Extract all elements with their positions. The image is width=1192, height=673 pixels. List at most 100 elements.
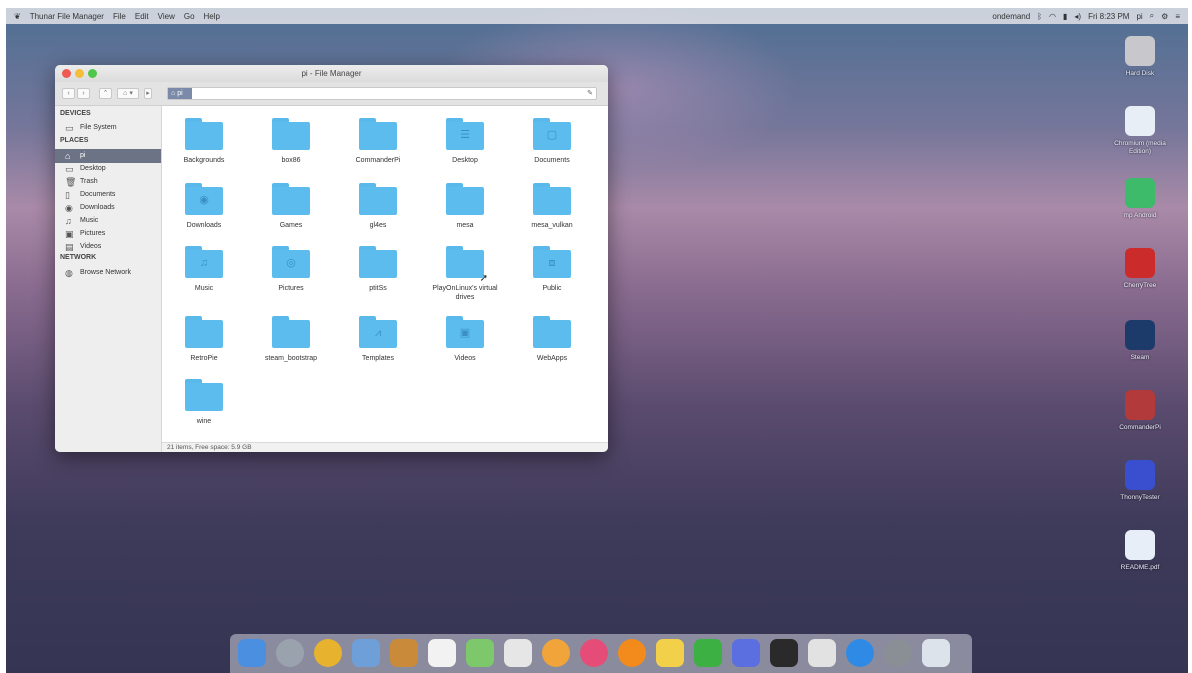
wifi-icon[interactable]: ◠	[1049, 12, 1056, 21]
sidebar-item-file-system[interactable]: ▭ File System	[55, 121, 161, 135]
folder-retropie[interactable]: RetroPie	[168, 316, 240, 363]
sidebar-item-videos[interactable]: ▤ Videos	[55, 240, 161, 254]
dock-trash-icon[interactable]	[922, 639, 950, 667]
folder-box86[interactable]: box86	[255, 118, 327, 165]
back-button[interactable]: ‹	[62, 88, 75, 99]
desktop-item-1[interactable]: Chromium (media Edition)	[1110, 106, 1170, 156]
app-name-menu[interactable]: Thunar File Manager	[30, 12, 104, 21]
folder-name: gl4es	[369, 222, 387, 229]
dock-preview-icon[interactable]	[352, 639, 380, 667]
desktop-item-7[interactable]: README.pdf	[1110, 530, 1170, 572]
dock-textedit-icon[interactable]	[504, 639, 532, 667]
desktop-item-6[interactable]: ThonnyTester	[1110, 460, 1170, 502]
sidebar-item-browse-network[interactable]: ◍ Browse Network	[55, 266, 161, 280]
home-button[interactable]: ⌂ ▾	[117, 88, 139, 99]
search-icon[interactable]: ⌕	[1150, 11, 1154, 21]
folder-icon	[181, 118, 227, 154]
folder-desktop[interactable]: ☰ Desktop	[429, 118, 501, 165]
sidebar-item-documents[interactable]: ▯ Documents	[55, 188, 161, 202]
title-bar[interactable]: pi - File Manager	[55, 65, 608, 82]
battery-icon[interactable]: ▮	[1063, 12, 1067, 21]
close-button[interactable]	[62, 69, 71, 78]
notification-icon[interactable]: ≡	[1175, 12, 1180, 21]
folder-documents[interactable]: ▢ Documents	[516, 118, 588, 165]
symlink-arrow-icon: ➚	[479, 273, 488, 284]
user-menu[interactable]: pi	[1136, 12, 1142, 21]
path-toggle-button[interactable]: ▸	[144, 88, 152, 99]
folder-music[interactable]: ♫ Music	[168, 246, 240, 293]
dock-appstore-icon[interactable]	[846, 639, 874, 667]
folder-icon: ▣	[442, 316, 488, 352]
menu-file[interactable]: File	[113, 12, 126, 21]
folder-public[interactable]: ⧈ Public	[516, 246, 588, 293]
folder-downloads[interactable]: ◉ Downloads	[168, 183, 240, 230]
forward-button[interactable]: ›	[77, 88, 90, 99]
bluetooth-icon[interactable]: ᛒ	[1037, 12, 1042, 21]
folder-name: Backgrounds	[183, 157, 225, 164]
sidebar-item-music[interactable]: ♫ Music	[55, 214, 161, 228]
folder-webapps[interactable]: WebApps	[516, 316, 588, 363]
cpu-governor-status[interactable]: ondemand	[992, 12, 1030, 21]
dock-keynote-icon[interactable]	[732, 639, 760, 667]
folder-steam-bootstrap[interactable]: steam_bootstrap	[255, 316, 327, 363]
maximize-button[interactable]	[88, 69, 97, 78]
sidebar-item-pictures[interactable]: ▣ Pictures	[55, 227, 161, 241]
folder-games[interactable]: Games	[255, 183, 327, 230]
folder-icon	[442, 183, 488, 219]
folder-pictures[interactable]: ◎ Pictures	[255, 246, 327, 293]
desktop-item-4[interactable]: Steam	[1110, 320, 1170, 362]
sidebar-item-trash[interactable]: 🗑 Trash	[55, 175, 161, 189]
steam-icon	[1125, 320, 1155, 350]
up-button[interactable]: ⌃	[99, 88, 112, 99]
menu-help[interactable]: Help	[204, 12, 220, 21]
path-bar[interactable]: ⌂ pi ✎	[167, 87, 597, 100]
clock[interactable]: Fri 8:23 PM	[1088, 12, 1129, 21]
trash-icon: 🗑	[65, 177, 77, 187]
volume-icon[interactable]: ◂)	[1074, 12, 1081, 21]
sidebar-item-pi[interactable]: ⌂ pi	[55, 149, 161, 163]
folder-gl4es[interactable]: gl4es	[342, 183, 414, 230]
sidebar-item-downloads[interactable]: ◉ Downloads	[55, 201, 161, 215]
folder-playonlinux-s-virtual-drives[interactable]: ➚ PlayOnLinux's virtual drives	[429, 246, 501, 302]
dock-calendar-icon[interactable]	[428, 639, 456, 667]
network-header: NETWORK	[60, 254, 97, 261]
dock-notes-yellow-icon[interactable]	[656, 639, 684, 667]
folder-videos[interactable]: ▣ Videos	[429, 316, 501, 363]
dock-terminal-icon[interactable]	[770, 639, 798, 667]
dock-settings-icon[interactable]	[884, 639, 912, 667]
minimize-button[interactable]	[75, 69, 84, 78]
dock-books-icon[interactable]	[808, 639, 836, 667]
dock-launchpad-icon[interactable]	[276, 639, 304, 667]
folder-mesa[interactable]: mesa	[429, 183, 501, 230]
folder-mesa-vulkan[interactable]: mesa_vulkan	[516, 183, 588, 230]
dock-chrome-icon[interactable]	[314, 639, 342, 667]
folder-name: CommanderPi	[355, 157, 401, 164]
folder-icon	[355, 246, 401, 282]
path-segment-pi[interactable]: ⌂ pi	[168, 88, 192, 99]
menu-edit[interactable]: Edit	[135, 12, 149, 21]
dock-notes-icon[interactable]	[390, 639, 418, 667]
apple-menu-icon[interactable]: ❦	[14, 12, 21, 21]
dock-finder-icon[interactable]	[238, 639, 266, 667]
edit-path-icon[interactable]: ✎	[587, 89, 593, 97]
sidebar-item-desktop[interactable]: ▭ Desktop	[55, 162, 161, 176]
dock-numbers-icon[interactable]	[694, 639, 722, 667]
desktop-item-0[interactable]: Hard Disk	[1110, 36, 1170, 78]
dock-maps-icon[interactable]	[466, 639, 494, 667]
menu-go[interactable]: Go	[184, 12, 195, 21]
desktop-item-3[interactable]: CherryTree	[1110, 248, 1170, 290]
folder-backgrounds[interactable]: Backgrounds	[168, 118, 240, 165]
folder-ptitss[interactable]: ptitSs	[342, 246, 414, 293]
folder-templates[interactable]: ⩘ Templates	[342, 316, 414, 363]
desktop-item-2[interactable]: mp Android	[1110, 178, 1170, 220]
folder-name: WebApps	[536, 355, 568, 362]
dock-photos-icon[interactable]	[542, 639, 570, 667]
desktop-item-5[interactable]: CommanderPi	[1110, 390, 1170, 432]
folder-name: Pictures	[278, 285, 304, 292]
folder-wine[interactable]: wine	[168, 379, 240, 426]
menu-view[interactable]: View	[158, 12, 175, 21]
folder-commanderpi[interactable]: CommanderPi	[342, 118, 414, 165]
dock-vlc-icon[interactable]	[618, 639, 646, 667]
control-center-icon[interactable]: ⚙	[1161, 12, 1168, 21]
dock-music-icon[interactable]	[580, 639, 608, 667]
